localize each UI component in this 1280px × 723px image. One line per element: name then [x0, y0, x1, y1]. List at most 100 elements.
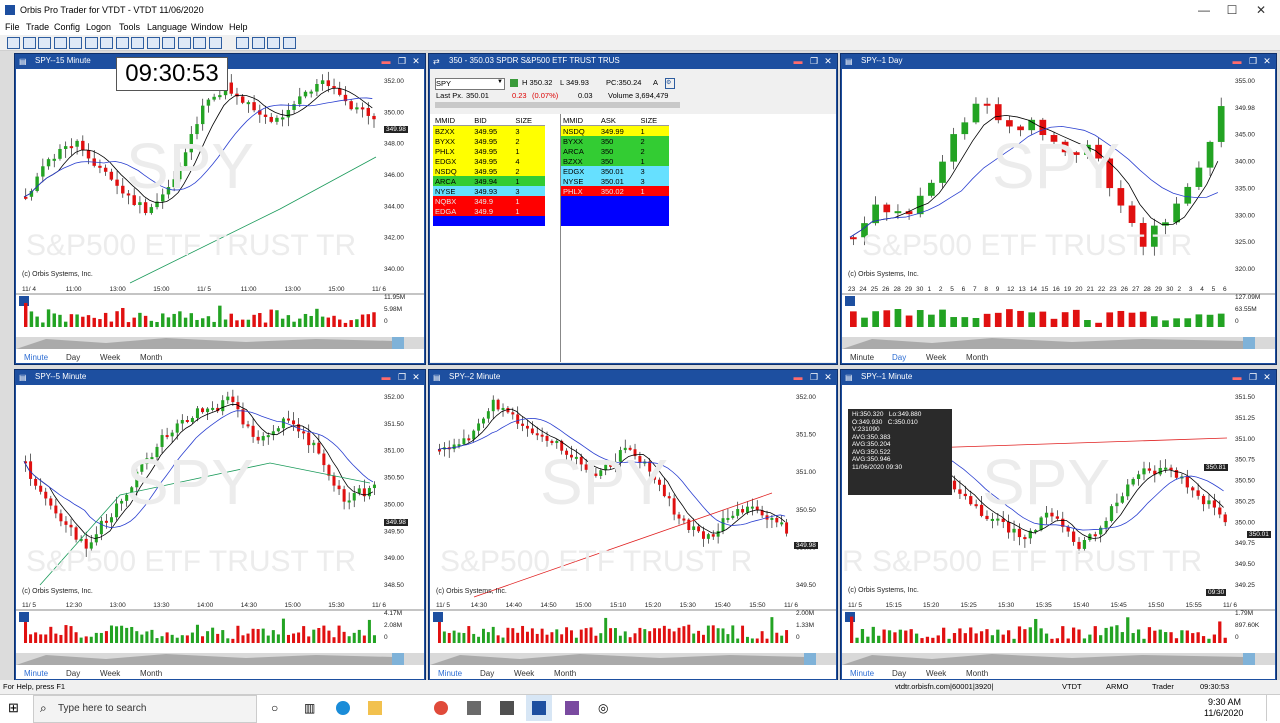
orbis-icon[interactable] — [532, 701, 546, 715]
search-box[interactable]: ⌕ Type here to search — [33, 695, 257, 723]
book-row[interactable]: NYSE 350.01 3 — [561, 176, 669, 186]
book-row[interactable]: NSDQ 349.99 1 — [561, 125, 669, 136]
close-icon[interactable]: ✕ — [1260, 55, 1274, 67]
menu-trade[interactable]: Trade — [26, 22, 49, 32]
tab-week[interactable]: Week — [514, 669, 534, 678]
tab-minute[interactable]: Minute — [850, 353, 874, 362]
menu-window[interactable]: Window — [191, 22, 223, 32]
tab-week[interactable]: Week — [926, 353, 946, 362]
chart-body[interactable]: 352.00 350.00 348.00 346.00 344.00 342.00 340.… — [16, 69, 424, 363]
toolbar-icon-11[interactable] — [162, 37, 175, 49]
book-row[interactable]: EDGX 350.01 3 — [561, 166, 669, 176]
toolbar-icon-5[interactable] — [69, 37, 82, 49]
edge-icon[interactable] — [336, 701, 350, 715]
book-row[interactable] — [561, 206, 669, 216]
toolbar-icon-13[interactable] — [193, 37, 206, 49]
minimize-icon[interactable]: ▬ — [1230, 371, 1244, 383]
toolbar-icon-2[interactable] — [22, 37, 36, 49]
app-icon-1[interactable] — [467, 701, 481, 715]
tab-week[interactable]: Week — [926, 669, 946, 678]
candlestick-chart[interactable]: 355.00 349.98 345.00 340.00 335.00 330.00 325.… — [842, 69, 1275, 363]
restore-icon[interactable]: ❐ — [807, 371, 821, 383]
chart-body[interactable]: 352.00351.50351.00350.50350.00349.5011/ … — [430, 385, 836, 679]
close-icon[interactable]: ✕ — [821, 55, 835, 67]
tab-month[interactable]: Month — [554, 669, 576, 678]
tab-day[interactable]: Day — [892, 353, 906, 362]
minimize-icon[interactable]: ▬ — [379, 55, 393, 67]
toolbar-icon-9[interactable] — [131, 37, 144, 49]
toolbar-icon-1[interactable] — [7, 37, 20, 49]
toolbar-icon-4[interactable] — [53, 37, 67, 49]
tab-month[interactable]: Month — [966, 669, 988, 678]
toolbar-icon-16[interactable] — [251, 37, 265, 49]
chrome-icon[interactable] — [434, 701, 448, 715]
menu-file[interactable]: File — [5, 22, 20, 32]
minimize-icon[interactable]: ▬ — [1230, 55, 1244, 67]
candlestick-chart[interactable]: 352.00 350.00 348.00 346.00 344.00 342.00 340.… — [16, 69, 424, 363]
book-row[interactable]: EDGX 349.95 4 — [433, 156, 545, 166]
close-icon[interactable]: ✕ — [409, 371, 423, 383]
toolbar-icon-8[interactable] — [115, 37, 129, 49]
book-row[interactable]: BYXX 349.95 2 — [433, 136, 545, 146]
chevron-down-icon[interactable]: ▼ — [497, 79, 503, 85]
toolbar-icon-7[interactable] — [100, 37, 113, 49]
toolbar-icon-15[interactable] — [236, 37, 249, 49]
restore-icon[interactable]: ❐ — [1246, 371, 1260, 383]
book-row[interactable] — [433, 216, 545, 226]
tab-minute[interactable]: Minute — [24, 669, 48, 678]
menu-config[interactable]: Config — [54, 22, 80, 32]
tab-week[interactable]: Week — [100, 353, 120, 362]
maximize-button[interactable]: ☐ — [1216, 2, 1248, 18]
minimize-icon[interactable]: ▬ — [791, 371, 805, 383]
book-row[interactable]: BYXX 350 2 — [561, 136, 669, 146]
menu-logon[interactable]: Logon — [86, 22, 111, 32]
toolbar-icon-10[interactable] — [146, 37, 160, 49]
book-row[interactable]: PHLX 350.02 1 — [561, 186, 669, 196]
notification-icon[interactable] — [1266, 695, 1280, 721]
cortana-icon[interactable]: ○ — [271, 701, 285, 715]
book-row[interactable]: EDGA 349.9 1 — [433, 206, 545, 216]
chart-body[interactable]: 351.50 351.25 351.00 350.75 350.50 350.25 350.… — [842, 385, 1275, 679]
app-icon-2[interactable] — [500, 701, 514, 715]
symbol-input[interactable]: SPY ▼ — [435, 78, 505, 90]
menu-help[interactable]: Help — [229, 22, 248, 32]
tab-day[interactable]: Day — [66, 353, 80, 362]
tab-minute[interactable]: Minute — [24, 353, 48, 362]
book-row[interactable]: ARCA 349.94 1 — [433, 176, 545, 186]
menu-language[interactable]: Language — [147, 22, 187, 32]
restore-icon[interactable]: ❐ — [395, 55, 409, 67]
task-view-icon[interactable]: ▥ — [304, 701, 318, 715]
book-row[interactable]: PHLX 349.95 1 — [433, 146, 545, 156]
tab-day[interactable]: Day — [892, 669, 906, 678]
app-icon-3[interactable] — [565, 701, 579, 715]
book-row[interactable]: BZXX 349.95 3 — [433, 125, 545, 136]
tab-week[interactable]: Week — [100, 669, 120, 678]
tab-minute[interactable]: Minute — [850, 669, 874, 678]
windows-start-icon[interactable]: ⊞ — [8, 701, 22, 715]
toolbar-icon-18[interactable] — [282, 37, 296, 49]
toolbar-icon-3[interactable] — [38, 37, 51, 49]
close-button[interactable]: ✕ — [1245, 2, 1277, 18]
toolbar-icon-14[interactable] — [208, 37, 222, 49]
restore-icon[interactable]: ❐ — [807, 55, 821, 67]
tab-minute[interactable]: Minute — [438, 669, 462, 678]
book-row[interactable]: NSDQ 349.95 2 — [433, 166, 545, 176]
file-explorer-icon[interactable] — [368, 701, 382, 715]
book-row[interactable]: NYSE 349.93 3 — [433, 186, 545, 196]
tab-month[interactable]: Month — [140, 669, 162, 678]
book-row[interactable] — [561, 216, 669, 226]
restore-icon[interactable]: ❐ — [1246, 55, 1260, 67]
toolbar-icon-6[interactable] — [84, 37, 98, 49]
book-row[interactable]: BZXX 350 1 — [561, 156, 669, 166]
minimize-icon[interactable]: ▬ — [379, 371, 393, 383]
settings-icon[interactable]: ⚙ — [665, 78, 675, 89]
app-icon-4[interactable]: ◎ — [598, 701, 612, 715]
tab-day[interactable]: Day — [66, 669, 80, 678]
chart-body[interactable]: 355.00 349.98 345.00 340.00 335.00 330.00 325.… — [842, 69, 1275, 363]
minimize-icon[interactable]: ▬ — [791, 55, 805, 67]
chart-body[interactable]: 352.00 351.50 351.00 350.50 350.00 349.50 349.… — [16, 385, 424, 679]
book-row[interactable]: NQBX 349.9 1 — [433, 196, 545, 206]
book-row[interactable]: ARCA 350 2 — [561, 146, 669, 156]
toolbar-icon-17[interactable] — [267, 37, 280, 49]
close-icon[interactable]: ✕ — [1260, 371, 1274, 383]
